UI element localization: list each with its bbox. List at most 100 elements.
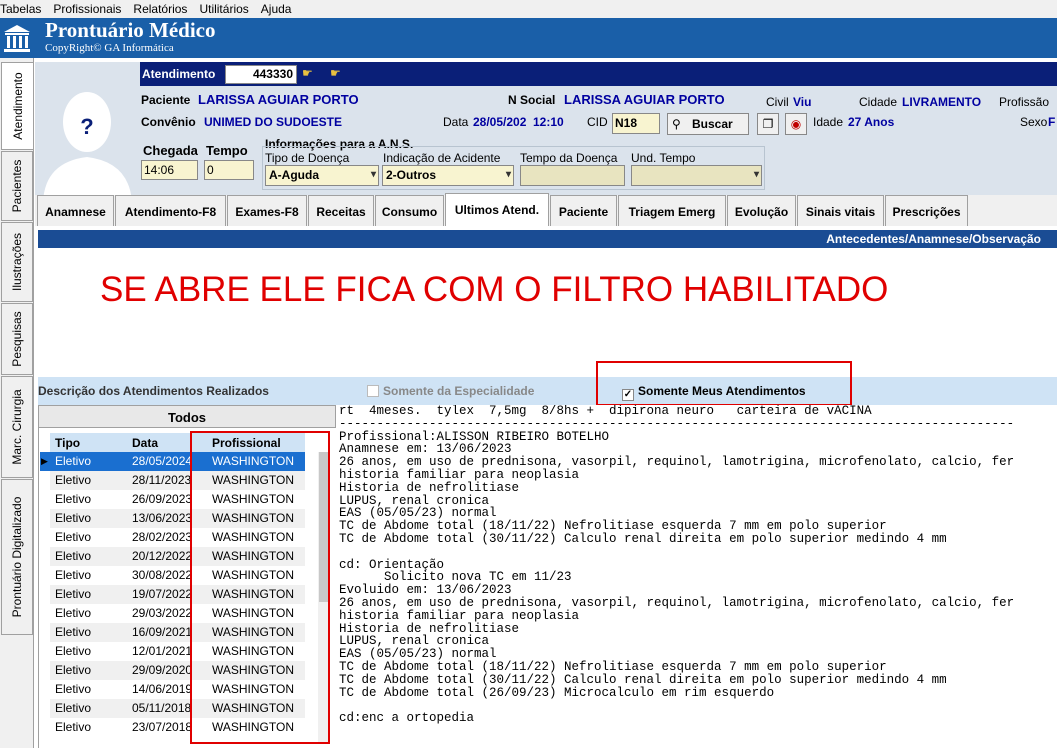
side-tab-atendimento[interactable]: Atendimento — [1, 62, 33, 150]
tab-prescricoes[interactable]: Prescrições — [885, 195, 968, 226]
record-icon[interactable]: ◉ — [785, 113, 807, 135]
column-header-tipo[interactable]: Tipo — [55, 436, 80, 450]
tab-paciente[interactable]: Paciente — [550, 195, 617, 226]
paciente-label: Paciente — [141, 93, 191, 107]
cell-tipo: Eletivo — [55, 644, 92, 658]
chevron-down-icon: ▾ — [370, 169, 376, 180]
patient-photo-avatar[interactable]: ? — [35, 62, 140, 202]
menu-utilitarios[interactable]: Utilitários — [193, 2, 254, 16]
tab-consumo[interactable]: Consumo — [375, 195, 444, 226]
paciente-value: LARISSA AGUIAR PORTO — [198, 92, 359, 107]
section-title-bar: Antecedentes/Anamnese/Observação — [38, 230, 1057, 248]
nsocial-value: LARISSA AGUIAR PORTO — [564, 92, 725, 107]
cell-data: 16/09/2021 — [132, 625, 193, 639]
note-line: TC de Abdome total (30/11/22) Calculo re… — [339, 531, 947, 546]
descricao-label: Descrição dos Atendimentos Realizados — [38, 384, 269, 398]
cid-input[interactable]: N18 — [612, 113, 660, 134]
highlight-box-filter — [596, 361, 852, 406]
menu-profissionais[interactable]: Profissionais — [47, 2, 127, 16]
tempo-doenca-label: Tempo da Doença — [520, 151, 618, 165]
cell-data: 14/06/2019 — [132, 682, 193, 696]
cell-data: 28/02/2023 — [132, 530, 193, 544]
tempo-label: Tempo — [206, 143, 248, 158]
side-tab-pacientes[interactable]: Pacientes — [1, 151, 33, 221]
note-line: TC de Abdome total (18/11/22) Nefrolitia… — [339, 659, 887, 674]
tab-sinais-vitais[interactable]: Sinais vitais — [797, 195, 884, 226]
app-copyright: CopyRight© GA Informática — [45, 42, 174, 54]
cell-tipo: Eletivo — [55, 473, 92, 487]
menu-bar: Tabelas Profissionais Relatórios Utilitá… — [0, 0, 1057, 18]
indicacao-label: Indicação de Acidente — [383, 151, 501, 165]
note-line: TC de Abdome total (30/11/22) Calculo re… — [339, 672, 947, 687]
tipo-doenca-select[interactable]: A-Aguda ▾ — [265, 165, 379, 186]
pointing-hand-icon[interactable]: ☛ — [302, 66, 313, 80]
convenio-value: UNIMED DO SUDOESTE — [204, 115, 343, 129]
note-line: cd:enc a ortopedia — [339, 711, 475, 726]
data-value: 28/05/202 — [473, 115, 527, 129]
cell-tipo: Eletivo — [55, 568, 92, 582]
cell-tipo: Eletivo — [55, 454, 92, 468]
chevron-down-icon: ▾ — [753, 169, 759, 180]
binoculars-icon: ⚲ — [672, 117, 681, 131]
note-line: historia familiar para neoplasia — [339, 608, 580, 623]
tab-exames-f8[interactable]: Exames-F8 — [227, 195, 307, 226]
menu-relatorios[interactable]: Relatórios — [127, 2, 193, 16]
nsocial-label: N Social — [508, 93, 556, 107]
atendimento-input[interactable]: 443330 — [225, 65, 297, 84]
copy-icon[interactable]: ❐ — [757, 113, 779, 135]
svg-text:?: ? — [80, 114, 93, 139]
tab-ultimos-atend[interactable]: Ultimos Atend. — [445, 193, 549, 226]
menu-tabelas[interactable]: Tabelas — [0, 2, 47, 16]
side-tab-prontuario-digitalizado[interactable]: Prontuário Digitalizado — [1, 479, 33, 635]
pointing-hand-icon[interactable]: ☛ — [330, 66, 341, 80]
cell-data: 12/01/2021 — [132, 644, 193, 658]
cell-data: 05/11/2018 — [132, 701, 192, 715]
cidade-label: Cidade — [859, 95, 898, 109]
tab-triagem-emerg[interactable]: Triagem Emerg — [618, 195, 726, 226]
tab-receitas[interactable]: Receitas — [308, 195, 374, 226]
somente-especialidade-checkbox[interactable]: Somente da Especialidade — [367, 384, 534, 398]
column-header-data[interactable]: Data — [132, 436, 158, 450]
cid-label: CID — [587, 115, 608, 129]
side-tab-marc-cirurgia[interactable]: Marc. Cirurgia — [1, 376, 33, 478]
idade-label: Idade — [813, 115, 844, 129]
menu-ajuda[interactable]: Ajuda — [255, 2, 298, 16]
cell-data: 28/05/2024 — [132, 454, 193, 468]
cell-tipo: Eletivo — [55, 492, 92, 506]
tab-atendimento-f8[interactable]: Atendimento-F8 — [115, 195, 226, 226]
note-line: Historia de nefrolitiase — [339, 480, 520, 495]
tab-anamnese[interactable]: Anamnese — [37, 195, 114, 226]
tempo-doenca-input[interactable] — [520, 165, 625, 186]
cell-data: 26/09/2023 — [132, 492, 193, 506]
cell-data: 29/03/2022 — [132, 606, 193, 620]
checkbox-unchecked-icon — [367, 385, 379, 397]
tab-evolucao[interactable]: Evolução — [727, 195, 796, 226]
und-tempo-label: Und. Tempo — [631, 151, 696, 165]
chegada-input[interactable]: 14:06 — [141, 160, 198, 180]
cell-tipo: Eletivo — [55, 530, 92, 544]
note-line — [339, 546, 1057, 559]
note-line: historia familiar para neoplasia — [339, 467, 580, 482]
cell-tipo: Eletivo — [55, 606, 92, 620]
highlight-box-profissional — [190, 431, 330, 744]
historico-text-pane[interactable]: rt 4meses. tylex 7,5mg 8/8hs + dipirona … — [339, 405, 1057, 748]
grid-title: Todos — [38, 405, 336, 428]
side-tab-ilustracoes[interactable]: Ilustrações — [1, 222, 33, 302]
cell-data: 13/06/2023 — [132, 511, 193, 525]
cell-tipo: Eletivo — [55, 701, 92, 715]
sexo-label: Sexo — [1020, 115, 1048, 129]
cell-data: 19/07/2022 — [132, 587, 193, 601]
annotation-text: SE ABRE ELE FICA COM O FILTRO HABILITADO — [100, 270, 889, 309]
civil-value: Viu — [793, 95, 812, 109]
tempo-input[interactable]: 0 — [204, 160, 254, 180]
chegada-label: Chegada — [143, 143, 198, 158]
und-tempo-select[interactable]: ▾ — [631, 165, 762, 186]
cell-tipo: Eletivo — [55, 549, 92, 563]
cell-data: 23/07/2018 — [132, 720, 193, 734]
hora-value: 12:10 — [533, 115, 564, 129]
cell-tipo: Eletivo — [55, 720, 92, 734]
side-tab-pesquisas[interactable]: Pesquisas — [1, 303, 33, 375]
indicacao-select[interactable]: 2-Outros ▾ — [382, 165, 514, 186]
data-label: Data — [443, 115, 469, 129]
tipo-doenca-label: Tipo de Doença — [265, 151, 350, 165]
